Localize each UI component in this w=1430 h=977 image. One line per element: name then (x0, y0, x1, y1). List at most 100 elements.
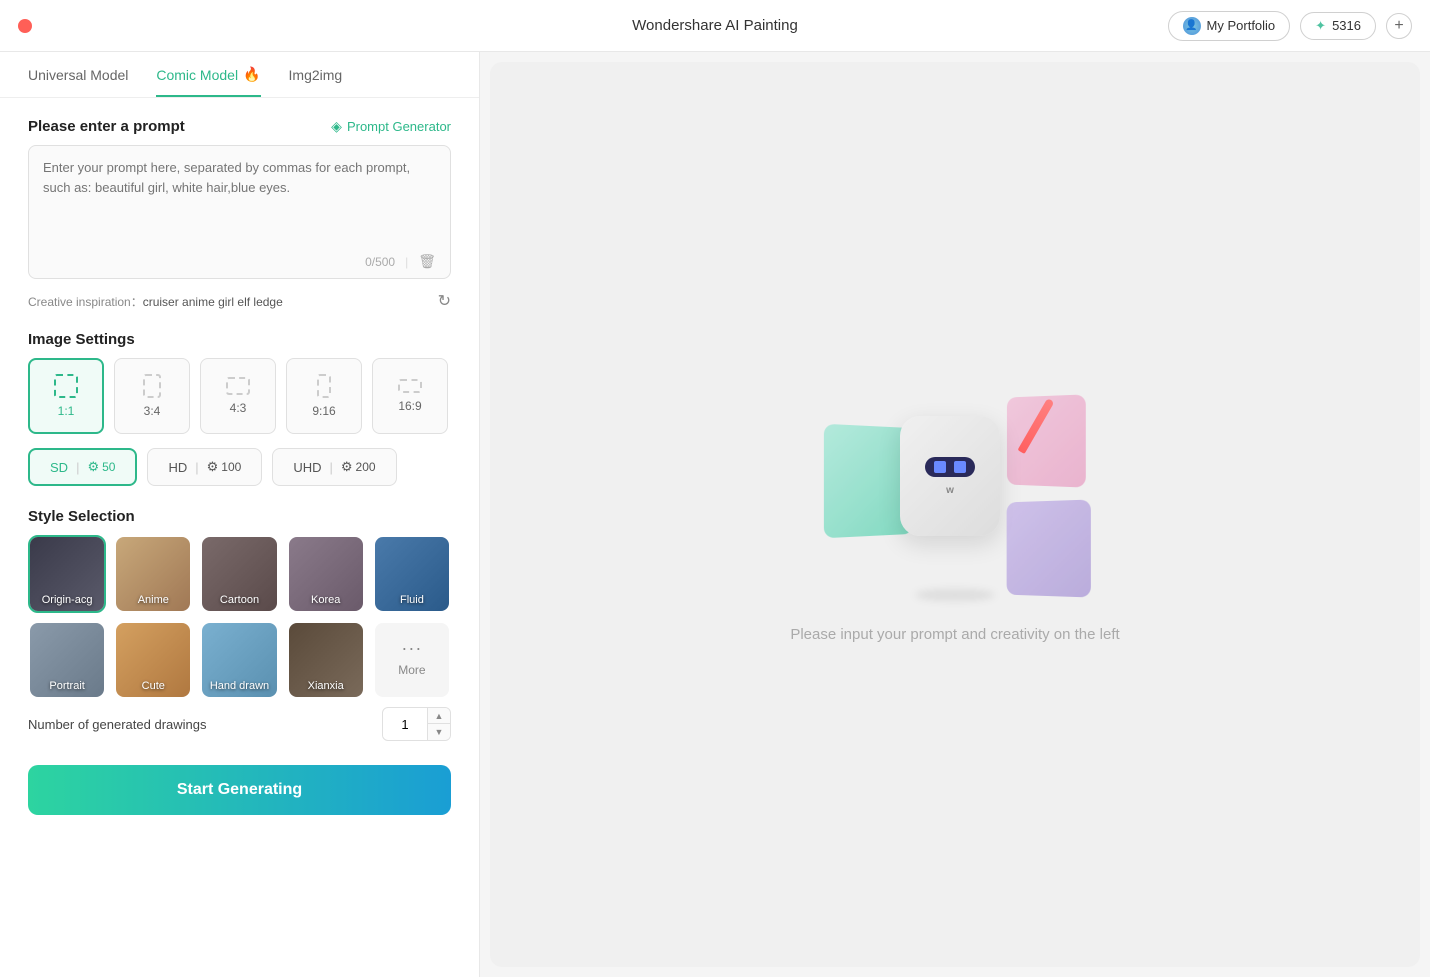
aspect-icon-4-3 (226, 377, 250, 395)
aspect-ratio-3-4[interactable]: 3:4 (114, 358, 190, 434)
robot-illustration: w (815, 386, 1095, 606)
quality-uhd-label: UHD (293, 460, 321, 475)
tab-universal-model[interactable]: Universal Model (28, 66, 128, 97)
style-cartoon[interactable]: Cartoon (200, 535, 278, 613)
quality-uhd-coins: ⚙ 200 (341, 459, 376, 475)
style-thumb-xianxia: Xianxia (289, 623, 363, 697)
inspiration-row: Creative inspiration：cruiser anime girl … (28, 291, 451, 311)
style-xianxia[interactable]: Xianxia (287, 621, 365, 699)
coin-icon-hd: ⚙ (207, 459, 219, 475)
prompt-generator-button[interactable]: ◈ Prompt Generator (331, 118, 451, 135)
style-thumb-more: ··· More (375, 623, 449, 697)
prompt-footer: 0/500 | 🗑 (43, 253, 436, 270)
traffic-light-close[interactable] (18, 19, 32, 33)
aspect-icon-16-9 (398, 379, 422, 393)
number-stepper: ▲ ▼ (427, 708, 450, 740)
aspect-icon-9-16 (317, 374, 331, 398)
quality-uhd[interactable]: UHD | ⚙ 200 (272, 448, 396, 486)
quality-sd-label: SD (50, 460, 68, 475)
prompt-gen-label: Prompt Generator (347, 119, 451, 134)
credits-icon: ✦ (1315, 18, 1326, 34)
prompt-title: Please enter a prompt (28, 118, 185, 135)
style-origin-acg[interactable]: Origin-acg (28, 535, 106, 613)
aspect-label-3-4: 3:4 (144, 404, 161, 418)
quality-group: SD | ⚙ 50 HD | ⚙ 100 UHD (28, 448, 451, 486)
tab-img2img[interactable]: Img2img (289, 66, 343, 97)
style-label-more: More (398, 663, 425, 677)
panel-purple (1007, 500, 1091, 598)
image-settings-header: Image Settings (28, 331, 451, 348)
robot-eye-left (934, 461, 946, 473)
style-label-portrait: Portrait (30, 680, 104, 692)
titlebar-actions: 👤 My Portfolio ✦ 5316 + (1168, 11, 1412, 41)
aspect-ratio-16-9[interactable]: 16:9 (372, 358, 448, 434)
aspect-ratio-1-1[interactable]: 1:1 (28, 358, 104, 434)
style-korea[interactable]: Korea (287, 535, 365, 613)
tab-comic-label: Comic Model (156, 67, 238, 83)
style-thumb-hand-drawn: Hand drawn (202, 623, 276, 697)
start-generating-button[interactable]: Start Generating (28, 765, 451, 815)
robot-logo: w (946, 485, 954, 496)
add-button[interactable]: + (1386, 13, 1412, 39)
quality-sd-coins: ⚙ 50 (87, 459, 115, 475)
tab-img2img-label: Img2img (289, 67, 343, 83)
tab-universal-label: Universal Model (28, 67, 128, 83)
fire-icon: 🔥 (243, 66, 260, 83)
style-thumb-cute: Cute (116, 623, 190, 697)
style-cute[interactable]: Cute (114, 621, 192, 699)
tab-comic-model[interactable]: Comic Model 🔥 (156, 66, 260, 97)
titlebar: Wondershare AI Painting 👤 My Portfolio ✦… (0, 0, 1430, 52)
style-label-korea: Korea (289, 594, 363, 606)
stepper-down[interactable]: ▼ (428, 724, 450, 740)
style-more[interactable]: ··· More (373, 621, 451, 699)
portfolio-label: My Portfolio (1207, 18, 1276, 33)
aspect-label-1-1: 1:1 (58, 404, 75, 418)
quality-uhd-coins-value: 200 (356, 460, 376, 474)
image-settings-title: Image Settings (28, 331, 135, 348)
add-icon: + (1394, 17, 1403, 35)
inspiration-label: Creative inspiration： (28, 295, 143, 309)
style-label-hand-drawn: Hand drawn (202, 680, 276, 692)
prompt-input[interactable] (43, 158, 436, 248)
portfolio-button[interactable]: 👤 My Portfolio (1168, 11, 1291, 41)
right-panel: w Please input your prompt and creativit… (490, 62, 1420, 967)
style-label-cartoon: Cartoon (202, 594, 276, 606)
diamond-icon: ◈ (331, 118, 342, 135)
style-grid-row1: Origin-acg Anime Cartoon Korea (28, 535, 451, 613)
clear-prompt-button[interactable]: 🗑 (418, 253, 436, 270)
quality-hd-coins: ⚙ 100 (207, 459, 242, 475)
quality-hd[interactable]: HD | ⚙ 100 (147, 448, 262, 486)
credits-button[interactable]: ✦ 5316 (1300, 12, 1376, 40)
style-thumb-cartoon: Cartoon (202, 537, 276, 611)
style-anime[interactable]: Anime (114, 535, 192, 613)
refresh-inspiration-button[interactable]: ↻ (438, 291, 451, 311)
style-hand-drawn[interactable]: Hand drawn (200, 621, 278, 699)
robot-body: w (900, 416, 1000, 536)
style-section-header: Style Selection (28, 508, 451, 525)
app-title: Wondershare AI Painting (632, 17, 798, 34)
aspect-ratio-4-3[interactable]: 4:3 (200, 358, 276, 434)
number-input[interactable] (383, 712, 427, 737)
credits-amount: 5316 (1332, 18, 1361, 33)
style-label-xianxia: Xianxia (289, 680, 363, 692)
style-label-cute: Cute (116, 680, 190, 692)
number-label: Number of generated drawings (28, 717, 207, 732)
quality-sd[interactable]: SD | ⚙ 50 (28, 448, 137, 486)
aspect-ratio-group: 1:1 3:4 4:3 9:16 16:9 (28, 358, 451, 434)
style-thumb-korea: Korea (289, 537, 363, 611)
style-thumb-portrait: Portrait (30, 623, 104, 697)
aspect-ratio-9-16[interactable]: 9:16 (286, 358, 362, 434)
style-section-title: Style Selection (28, 508, 135, 525)
style-portrait[interactable]: Portrait (28, 621, 106, 699)
coin-icon-uhd: ⚙ (341, 459, 353, 475)
prompt-area-wrapper: 0/500 | 🗑 (28, 145, 451, 279)
style-fluid[interactable]: Fluid (373, 535, 451, 613)
robot-shadow (915, 589, 995, 601)
robot-eye-right (954, 461, 966, 473)
style-label-anime: Anime (116, 594, 190, 606)
stepper-up[interactable]: ▲ (428, 708, 450, 724)
quality-sd-coins-value: 50 (102, 460, 115, 474)
start-generating-label: Start Generating (177, 781, 302, 798)
left-panel: Universal Model Comic Model 🔥 Img2img Pl… (0, 52, 480, 977)
right-panel-placeholder: Please input your prompt and creativity … (790, 626, 1119, 643)
